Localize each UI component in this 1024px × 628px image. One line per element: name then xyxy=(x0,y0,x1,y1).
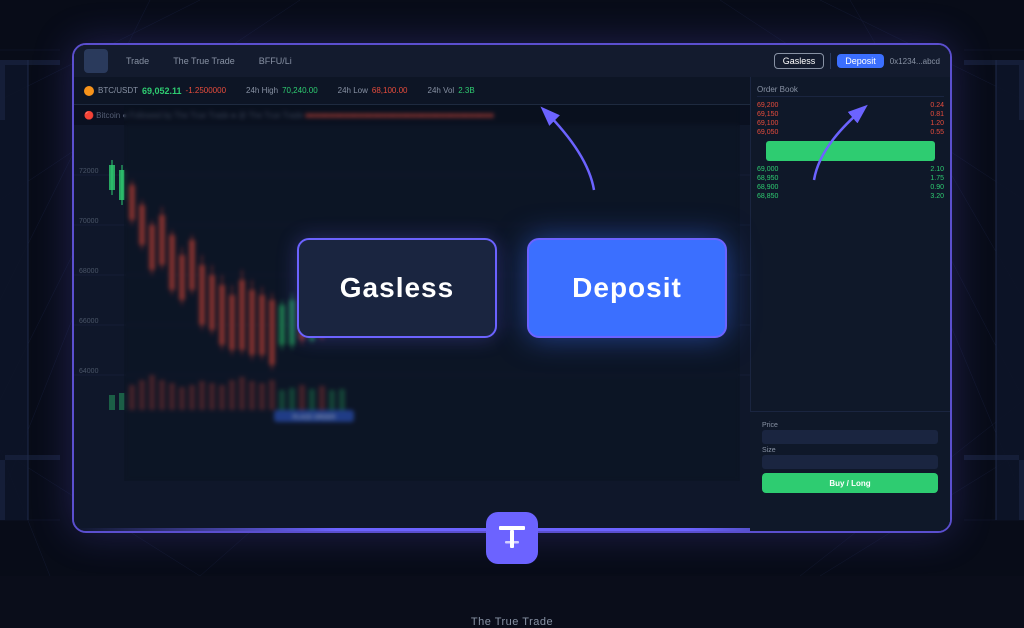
nav-item-pair: BFFU/Li xyxy=(253,54,298,68)
price-row: Price xyxy=(762,422,938,444)
wallet-address: 0x1234...abcd xyxy=(890,57,940,66)
low-value: 68,100.00 xyxy=(372,86,408,95)
sell-price-4: 69,050 xyxy=(757,129,778,136)
svg-text:PLACE ORDER: PLACE ORDER xyxy=(292,415,336,421)
svg-text:64000: 64000 xyxy=(79,368,99,375)
buy-price-1: 69,000 xyxy=(757,166,778,173)
gasless-arrow xyxy=(534,100,654,205)
size-input[interactable] xyxy=(762,455,938,469)
ticker-tape-text: 🔴 Bitcoin ● Followed by The True Trade ●… xyxy=(74,111,494,120)
ticker-btc: BTC/USDT 69,052.11 -1.2500000 xyxy=(84,86,226,96)
buy-button[interactable]: Buy / Long xyxy=(762,473,938,493)
ticker-vol: 24h Vol 2.3B xyxy=(428,86,475,95)
ticker-price: 69,052.11 xyxy=(142,86,182,96)
buy-price-3: 68,900 xyxy=(757,184,778,191)
nav-gasless-button[interactable]: Gasless xyxy=(774,53,825,69)
price-label: Price xyxy=(762,422,938,429)
logo-badge xyxy=(486,512,538,564)
high-value: 70,240.00 xyxy=(282,86,318,95)
buy-price-4: 68,850 xyxy=(757,193,778,200)
ticker-low: 24h Low 68,100.00 xyxy=(338,86,408,95)
sell-size-2: 0.81 xyxy=(930,111,944,118)
deposit-label: Deposit xyxy=(572,272,682,304)
size-row: Size xyxy=(762,447,938,469)
bottom-logo xyxy=(486,512,538,564)
nav-right: Gasless Deposit 0x1234...abcd xyxy=(774,53,940,69)
svg-text:72000: 72000 xyxy=(79,168,99,175)
buy-size-3: 0.90 xyxy=(930,184,944,191)
buy-size-2: 1.75 xyxy=(930,175,944,182)
svg-text:66000: 66000 xyxy=(79,318,99,325)
sell-price-1: 69,200 xyxy=(757,102,778,109)
nav-item-thetruetrade: The True Trade xyxy=(167,54,241,68)
vol-value: 2.3B xyxy=(458,86,474,95)
sell-price-2: 69,150 xyxy=(757,111,778,118)
sell-price-3: 69,100 xyxy=(757,120,778,127)
nav-deposit-button[interactable]: Deposit xyxy=(837,54,884,68)
buy-price-2: 68,950 xyxy=(757,175,778,182)
gasless-label: Gasless xyxy=(340,272,454,304)
deposit-arrow xyxy=(784,100,884,195)
buy-size-1: 2.10 xyxy=(930,166,944,173)
vol-label: 24h Vol xyxy=(428,86,455,95)
monitor-frame: Trade The True Trade BFFU/Li Gasless Dep… xyxy=(72,43,952,533)
nav-divider xyxy=(830,53,831,69)
low-label: 24h Low xyxy=(338,86,368,95)
sell-size-4: 0.55 xyxy=(930,129,944,136)
buttons-overlay: Gasless Deposit xyxy=(297,238,727,338)
sell-size-3: 1.20 xyxy=(930,120,944,127)
main-wrapper: Trade The True Trade BFFU/Li Gasless Dep… xyxy=(0,0,1024,576)
gasless-card[interactable]: Gasless xyxy=(297,238,497,338)
trading-nav: Trade The True Trade BFFU/Li Gasless Dep… xyxy=(74,45,950,77)
ticker-change: -1.2500000 xyxy=(186,86,226,95)
deposit-card[interactable]: Deposit xyxy=(527,238,727,338)
orderbook-title: Order Book xyxy=(757,83,944,97)
price-input[interactable] xyxy=(762,430,938,444)
ticker-symbol: BTC/USDT xyxy=(98,86,138,95)
svg-text:70000: 70000 xyxy=(79,218,99,225)
ticker-tape-red: ■■■■■■■■■■■■■■■■■■■■■■■■■■■■■■■■■■■■■■■ xyxy=(305,111,493,120)
high-label: 24h High xyxy=(246,86,278,95)
trade-form: Price Size Buy / Long xyxy=(756,418,944,497)
btc-icon xyxy=(84,86,94,96)
sell-size-1: 0.24 xyxy=(930,102,944,109)
size-label: Size xyxy=(762,447,938,454)
platform-logo xyxy=(84,49,108,73)
buy-size-4: 3.20 xyxy=(930,193,944,200)
ticker-high: 24h High 70,240.00 xyxy=(246,86,318,95)
brand-text: The True Trade xyxy=(471,616,553,628)
svg-text:68000: 68000 xyxy=(79,268,99,275)
trade-form-section: Price Size Buy / Long xyxy=(750,411,950,531)
nav-item-trade: Trade xyxy=(120,54,155,68)
